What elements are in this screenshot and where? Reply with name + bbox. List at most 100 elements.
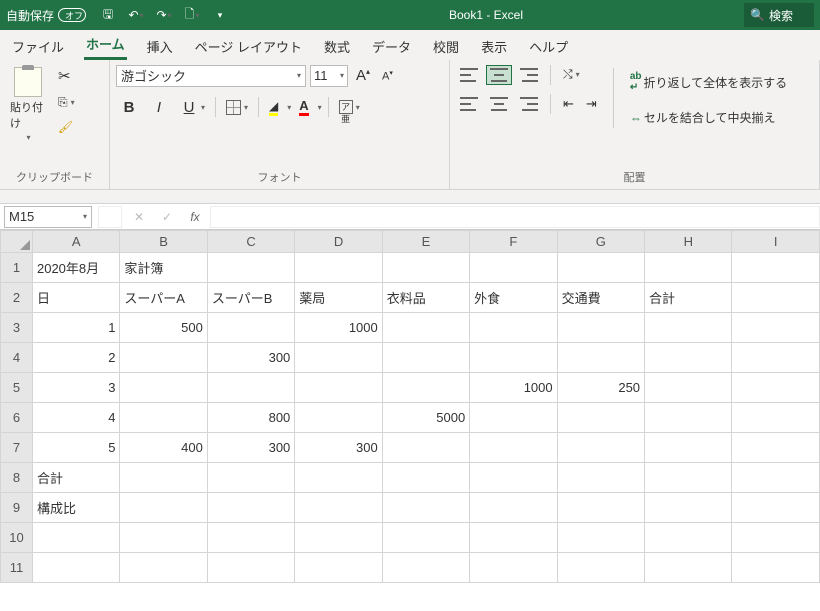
cell-D11[interactable] <box>295 553 382 583</box>
name-box-expand[interactable] <box>98 206 122 228</box>
cell-B11[interactable] <box>120 553 207 583</box>
cell-C3[interactable] <box>207 313 294 343</box>
row-header-1[interactable]: 1 <box>1 253 33 283</box>
row-header-9[interactable]: 9 <box>1 493 33 523</box>
cell-I2[interactable] <box>732 283 820 313</box>
cell-C6[interactable]: 800 <box>207 403 294 433</box>
cell-A9[interactable]: 構成比 <box>32 493 119 523</box>
cell-H5[interactable] <box>645 373 732 403</box>
cell-H11[interactable] <box>645 553 732 583</box>
tab-view[interactable]: 表示 <box>479 31 509 60</box>
cell-F10[interactable] <box>470 523 557 553</box>
cell-G9[interactable] <box>557 493 644 523</box>
cell-A8[interactable]: 合計 <box>32 463 119 493</box>
cell-I5[interactable] <box>732 373 820 403</box>
cancel-entry-button[interactable]: ✕ <box>128 210 150 224</box>
cell-E4[interactable] <box>382 343 469 373</box>
row-header-11[interactable]: 11 <box>1 553 33 583</box>
cell-D1[interactable] <box>295 253 382 283</box>
cell-C4[interactable]: 300 <box>207 343 294 373</box>
cell-B8[interactable] <box>120 463 207 493</box>
col-header-G[interactable]: G <box>557 231 644 253</box>
merge-center-button[interactable]: ⇔ セルを結合して中央揃え <box>626 106 791 129</box>
cell-G3[interactable] <box>557 313 644 343</box>
cell-C11[interactable] <box>207 553 294 583</box>
orientation-button[interactable]: ⤭▾ <box>559 64 584 85</box>
cell-B7[interactable]: 400 <box>120 433 207 463</box>
cell-G8[interactable] <box>557 463 644 493</box>
cell-E8[interactable] <box>382 463 469 493</box>
cell-H3[interactable] <box>645 313 732 343</box>
col-header-F[interactable]: F <box>470 231 557 253</box>
font-name-select[interactable]: 游ゴシック▾ <box>116 65 306 87</box>
select-all-corner[interactable] <box>1 231 33 253</box>
row-header-3[interactable]: 3 <box>1 313 33 343</box>
cell-I3[interactable] <box>732 313 820 343</box>
cell-I6[interactable] <box>732 403 820 433</box>
cell-D8[interactable] <box>295 463 382 493</box>
cell-I8[interactable] <box>732 463 820 493</box>
cell-C5[interactable] <box>207 373 294 403</box>
cell-H10[interactable] <box>645 523 732 553</box>
fx-icon[interactable]: fx <box>184 210 206 224</box>
cell-B4[interactable] <box>120 343 207 373</box>
tab-data[interactable]: データ <box>370 31 413 60</box>
tab-pagelayout[interactable]: ページ レイアウト <box>193 31 304 60</box>
align-right-button[interactable] <box>516 94 542 114</box>
align-bottom-button[interactable] <box>516 65 542 85</box>
col-header-D[interactable]: D <box>295 231 382 253</box>
cell-A11[interactable] <box>32 553 119 583</box>
cell-E9[interactable] <box>382 493 469 523</box>
cell-F5[interactable]: 1000 <box>470 373 557 403</box>
cell-D4[interactable] <box>295 343 382 373</box>
cell-F6[interactable] <box>470 403 557 433</box>
phonetic-button[interactable]: ア亜▾ <box>335 97 364 117</box>
col-header-E[interactable]: E <box>382 231 469 253</box>
cell-D6[interactable] <box>295 403 382 433</box>
cell-B9[interactable] <box>120 493 207 523</box>
row-header-10[interactable]: 10 <box>1 523 33 553</box>
cell-I1[interactable] <box>732 253 820 283</box>
decrease-font-button[interactable]: A▾ <box>378 66 397 86</box>
name-box[interactable]: M15▾ <box>4 206 92 228</box>
confirm-entry-button[interactable]: ✓ <box>156 210 178 224</box>
col-header-C[interactable]: C <box>207 231 294 253</box>
cell-H8[interactable] <box>645 463 732 493</box>
font-color-button[interactable]: A <box>295 95 312 119</box>
cell-G10[interactable] <box>557 523 644 553</box>
cell-C10[interactable] <box>207 523 294 553</box>
row-header-7[interactable]: 7 <box>1 433 33 463</box>
row-header-2[interactable]: 2 <box>1 283 33 313</box>
cell-E7[interactable] <box>382 433 469 463</box>
col-header-B[interactable]: B <box>120 231 207 253</box>
cell-A5[interactable]: 3 <box>32 373 119 403</box>
cell-F9[interactable] <box>470 493 557 523</box>
cell-H6[interactable] <box>645 403 732 433</box>
cell-D7[interactable]: 300 <box>295 433 382 463</box>
cell-G11[interactable] <box>557 553 644 583</box>
cell-F11[interactable] <box>470 553 557 583</box>
save-icon[interactable]: 🖫 <box>100 7 116 23</box>
cell-D2[interactable]: 薬局 <box>295 283 382 313</box>
cell-H7[interactable] <box>645 433 732 463</box>
autosave-toggle[interactable]: 自動保存 オフ <box>6 7 86 24</box>
cell-F3[interactable] <box>470 313 557 343</box>
cell-F2[interactable]: 外食 <box>470 283 557 313</box>
cell-F8[interactable] <box>470 463 557 493</box>
row-header-6[interactable]: 6 <box>1 403 33 433</box>
cell-E11[interactable] <box>382 553 469 583</box>
cell-G4[interactable] <box>557 343 644 373</box>
cell-E1[interactable] <box>382 253 469 283</box>
cell-H1[interactable] <box>645 253 732 283</box>
row-header-4[interactable]: 4 <box>1 343 33 373</box>
cell-A1[interactable]: 2020年8月 <box>32 253 119 283</box>
increase-font-button[interactable]: A▴ <box>352 64 374 87</box>
cell-I11[interactable] <box>732 553 820 583</box>
cell-A7[interactable]: 5 <box>32 433 119 463</box>
col-header-I[interactable]: I <box>732 231 820 253</box>
search-box[interactable]: 🔍 検索 <box>744 3 814 27</box>
cell-G2[interactable]: 交通費 <box>557 283 644 313</box>
cell-B2[interactable]: スーパーA <box>120 283 207 313</box>
tab-file[interactable]: ファイル <box>10 31 66 60</box>
tab-home[interactable]: ホーム <box>84 28 127 60</box>
